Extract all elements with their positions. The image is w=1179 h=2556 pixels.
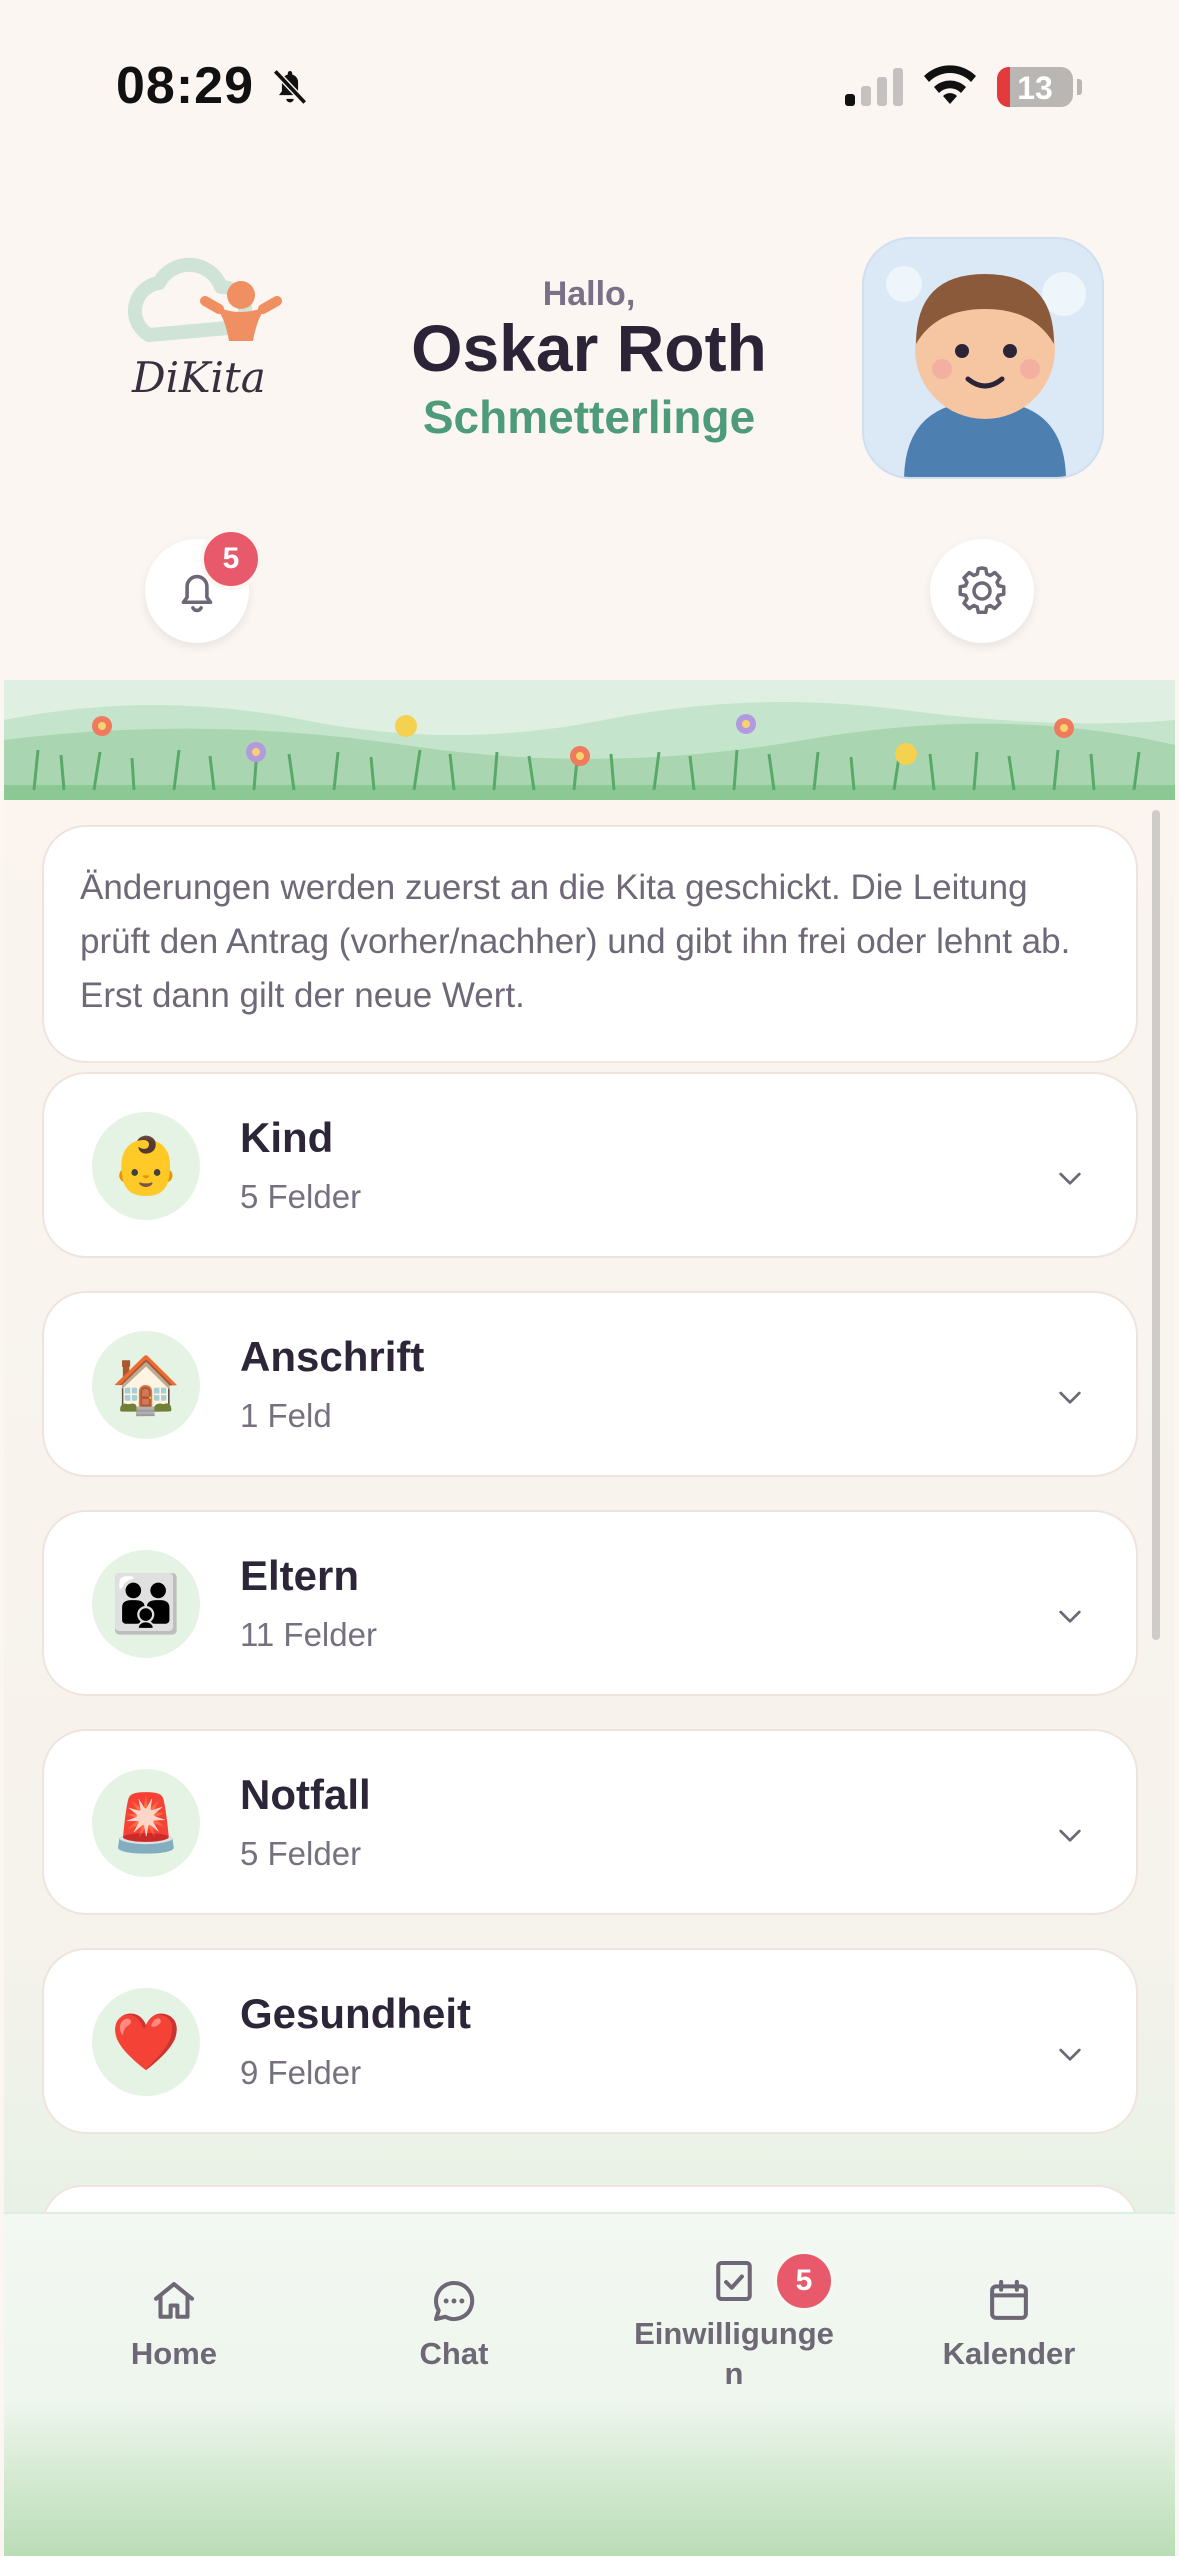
gear-icon <box>958 566 1006 614</box>
chevron-down-icon[interactable] <box>1054 2038 1086 2070</box>
notification-badge: 5 <box>200 528 262 590</box>
meadow-illustration <box>4 680 1175 800</box>
section-title: Kind <box>240 1114 334 1161</box>
calendar-icon <box>990 2279 1028 2320</box>
nav-label: Einwilligunge n <box>634 2316 834 2391</box>
cellular-signal-icon <box>845 68 903 106</box>
wifi-icon <box>924 65 976 104</box>
chevron-down-icon[interactable] <box>1054 1819 1086 1851</box>
group-name: Schmetterlinge <box>422 391 756 443</box>
nav-label: Chat <box>419 2336 489 2371</box>
status-bar: 08:29 13 <box>0 0 1179 175</box>
battery-level: 13 <box>1017 70 1053 106</box>
family-icon: 👪 <box>92 1550 200 1658</box>
chevron-down-icon[interactable] <box>1054 1381 1086 1413</box>
section-kind[interactable]: 👶 Kind 5 Felder <box>42 1072 1138 1258</box>
house-icon: 🏠 <box>92 1331 200 1439</box>
status-time: 08:29 <box>116 57 254 115</box>
checkbox-clipboard-icon <box>716 2260 752 2302</box>
section-subtitle: 11 Felder <box>240 1616 377 1653</box>
nav-chat[interactable]: Chat <box>384 2274 524 2374</box>
section-title: Notfall <box>240 1771 371 1818</box>
section-title: Eltern <box>240 1552 360 1599</box>
baby-icon: 👶 <box>92 1112 200 1220</box>
nav-label: Kalender <box>942 2336 1076 2371</box>
settings-button[interactable] <box>930 539 1034 643</box>
home-icon <box>153 2282 195 2319</box>
section-title: Anschrift <box>240 1333 425 1380</box>
greeting: Hallo, <box>542 275 636 313</box>
section-subtitle: 5 Felder <box>240 1178 362 1215</box>
header: DiKita Hallo, Oskar Roth Schmetterlinge <box>4 175 1175 675</box>
bottom-nav: Home Chat Einwilligunge n 5 Kalender <box>4 2212 1175 2556</box>
scrollbar[interactable] <box>1152 810 1160 1640</box>
chevron-down-icon[interactable] <box>1054 1162 1086 1194</box>
section-notfall[interactable]: 🚨 Notfall 5 Felder <box>42 1729 1138 1915</box>
siren-icon: 🚨 <box>92 1769 200 1877</box>
section-title: Gesundheit <box>240 1990 472 2037</box>
section-subtitle: 5 Felder <box>240 1835 362 1872</box>
info-text: Änderungen werden zuerst an die Kita ges… <box>80 868 1071 1015</box>
heart-icon: ❤️ <box>92 1988 200 2096</box>
section-subtitle: 1 Feld <box>240 1397 332 1434</box>
child-avatar-icon <box>886 266 1086 477</box>
section-anschrift[interactable]: 🏠 Anschrift 1 Feld <box>42 1291 1138 1477</box>
battery-icon: 13 <box>997 67 1073 107</box>
content-area: Änderungen werden zuerst an die Kita ges… <box>4 800 1175 2225</box>
bell-muted-icon <box>272 69 308 105</box>
section-eltern[interactable]: 👪 Eltern 11 Felder <box>42 1510 1138 1696</box>
consents-badge: 5 <box>773 2250 835 2312</box>
logo-text: DiKita <box>132 353 266 402</box>
avatar[interactable] <box>862 237 1104 479</box>
chevron-down-icon[interactable] <box>1054 1600 1086 1632</box>
section-gesundheit[interactable]: ❤️ Gesundheit 9 Felder <box>42 1948 1138 2134</box>
nav-label: Home <box>130 2336 218 2371</box>
user-name: Oskar Roth <box>411 311 767 385</box>
nav-home[interactable]: Home <box>104 2274 244 2374</box>
nav-calendar[interactable]: Kalender <box>934 2274 1084 2374</box>
section-subtitle: 9 Felder <box>240 2054 362 2091</box>
chat-icon <box>433 2280 475 2322</box>
info-card: Änderungen werden zuerst an die Kita ges… <box>42 825 1138 1063</box>
